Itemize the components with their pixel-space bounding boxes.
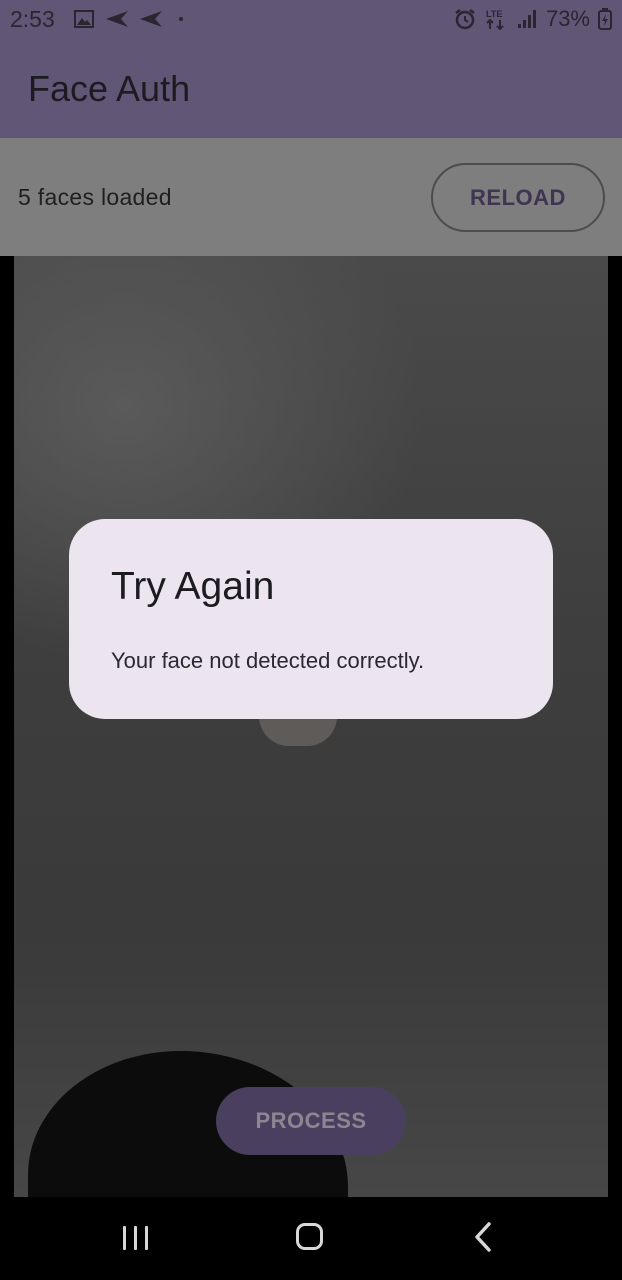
battery-charging-icon xyxy=(598,8,612,30)
status-right-group: LTE 73% xyxy=(454,6,612,32)
send-icon xyxy=(106,11,128,27)
gallery-icon xyxy=(74,10,94,28)
dialog-title: Try Again xyxy=(111,565,275,608)
dialog-message: Your face not detected correctly. xyxy=(111,648,425,673)
try-again-dialog: Try Again Your face not detected correct… xyxy=(69,519,553,719)
battery-percent: 73% xyxy=(545,6,590,31)
camera-preview xyxy=(14,256,608,1197)
notification-dot-icon xyxy=(179,17,183,21)
camera-light-fixture xyxy=(259,716,337,746)
reload-button[interactable]: RELOAD xyxy=(431,163,605,232)
app-title: Face Auth xyxy=(28,68,191,109)
svg-text:LTE: LTE xyxy=(486,9,502,19)
back-icon[interactable] xyxy=(470,1221,496,1253)
app-bar: Face Auth xyxy=(0,40,622,138)
recents-icon[interactable] xyxy=(123,1226,149,1250)
navigation-bar xyxy=(0,1197,622,1280)
faces-loaded-label: 5 faces loaded xyxy=(18,184,172,210)
alarm-icon xyxy=(455,9,475,30)
home-icon[interactable] xyxy=(296,1223,323,1250)
info-row: 5 faces loaded RELOAD xyxy=(0,138,622,256)
process-button[interactable]: PROCESS xyxy=(216,1087,406,1155)
signal-icon xyxy=(517,10,536,28)
status-time: 2:53 xyxy=(10,6,55,32)
send-icon xyxy=(140,11,162,27)
status-bar: 2:53 LTE 73% xyxy=(0,0,622,40)
lte-icon: LTE xyxy=(486,9,504,31)
